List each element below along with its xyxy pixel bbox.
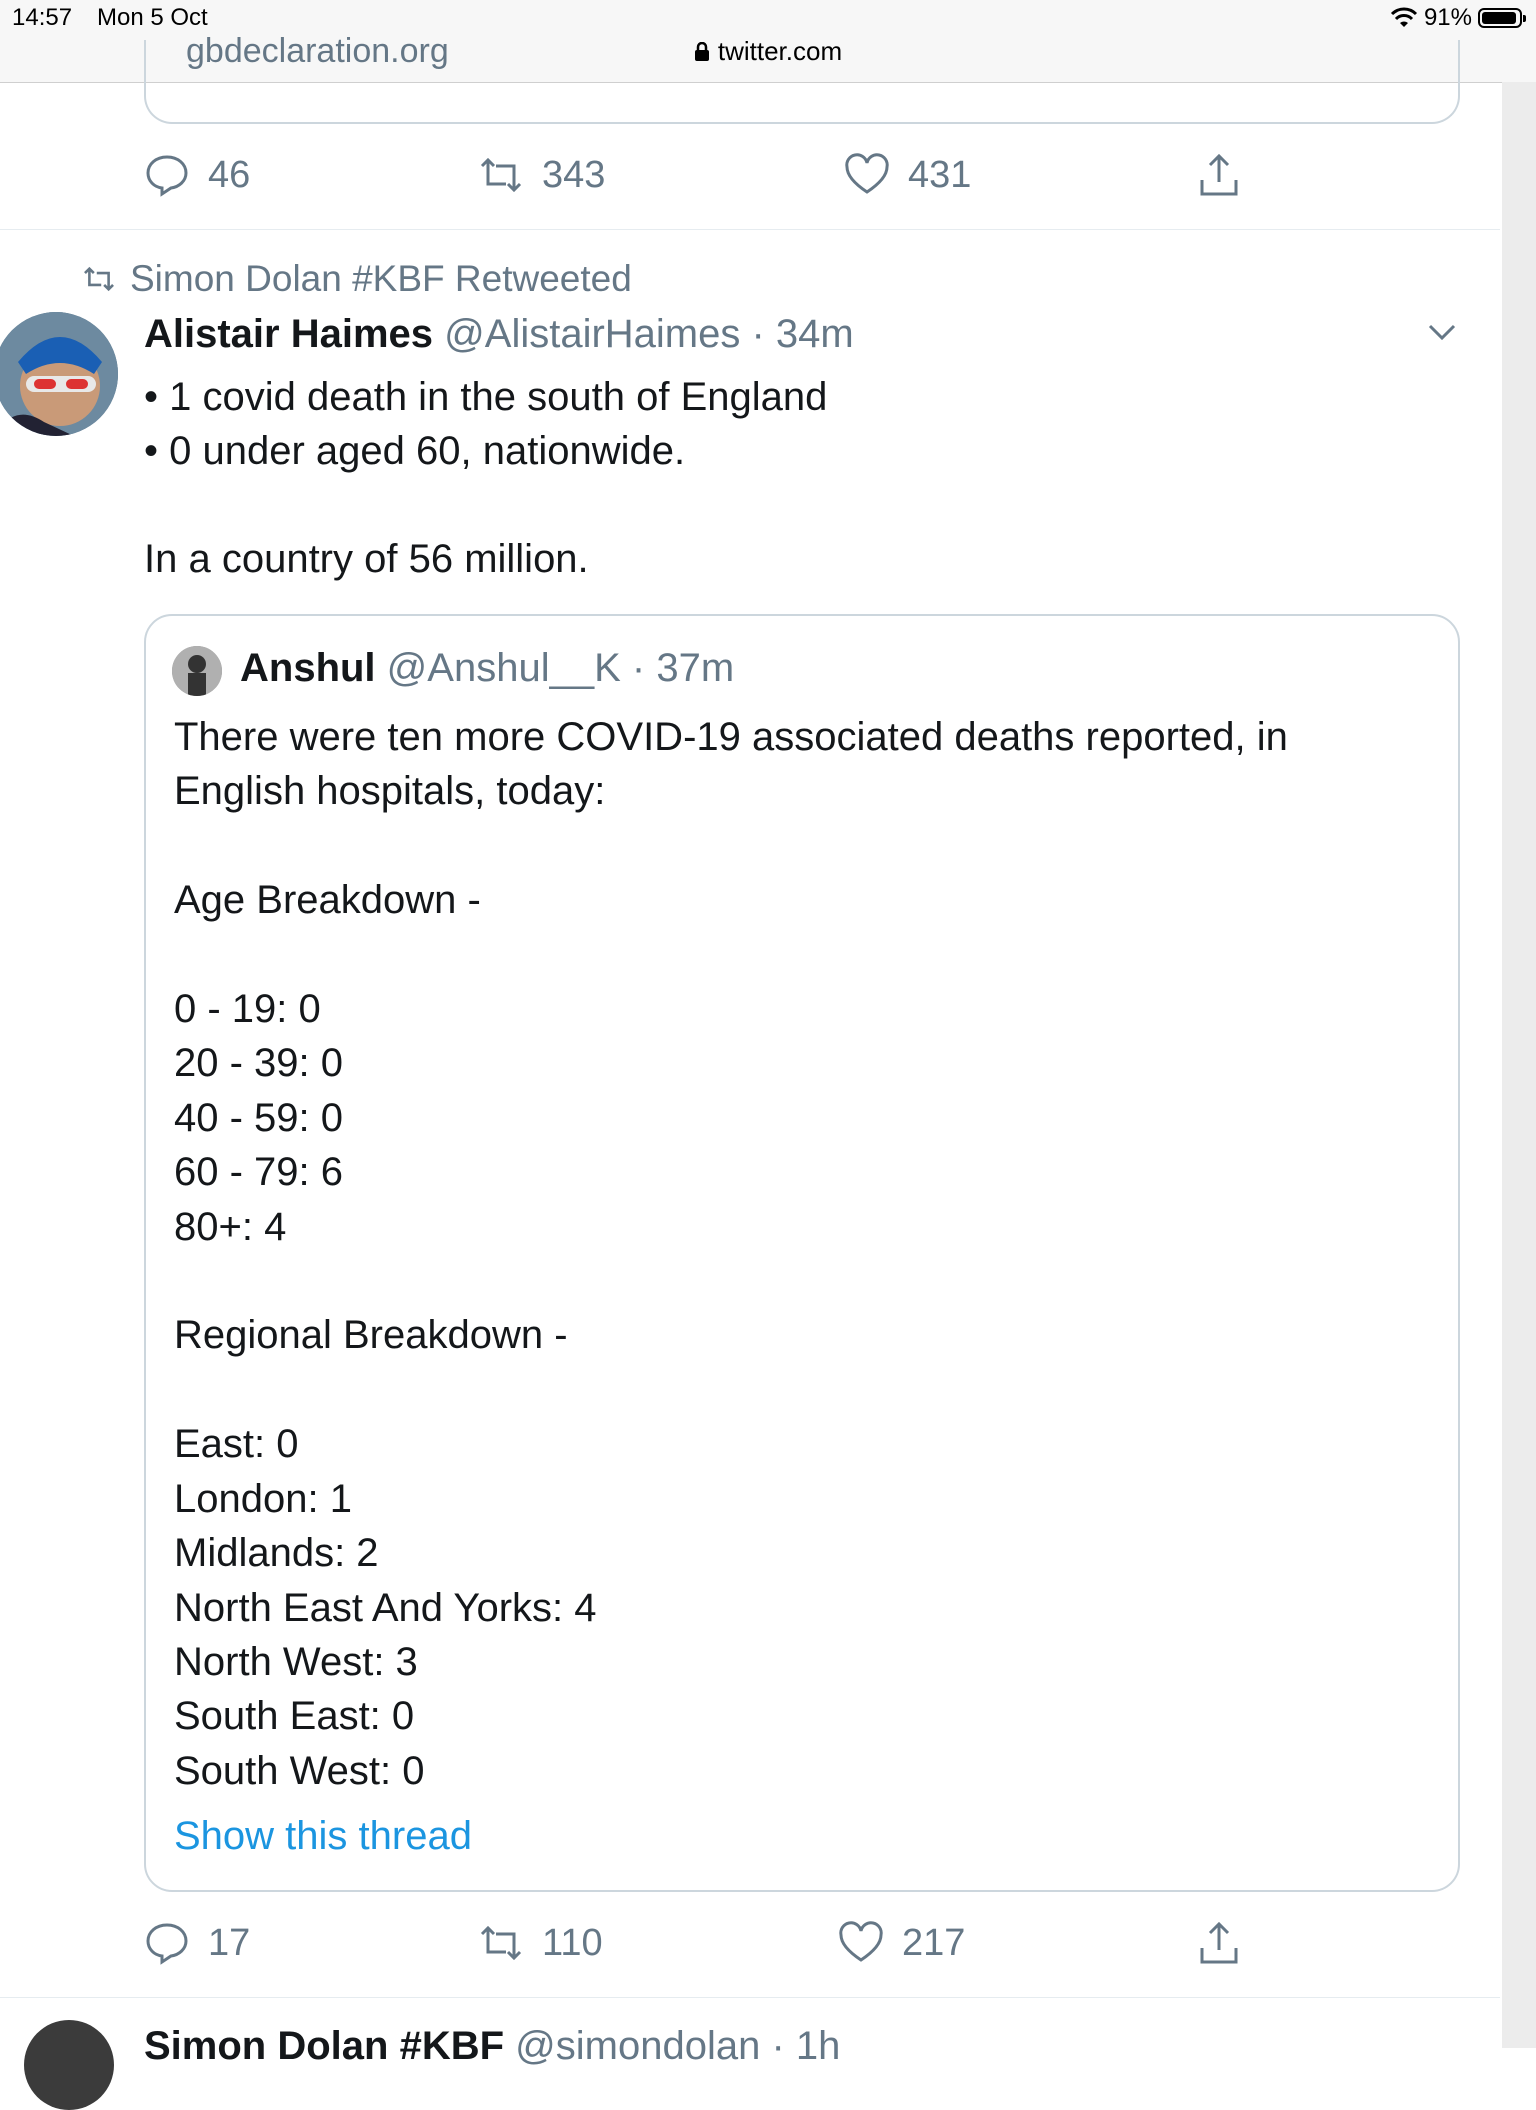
tweet-divider — [0, 229, 1500, 230]
reply-button[interactable]: 17 — [144, 1920, 250, 1966]
avatar-image — [0, 312, 118, 436]
chevron-down-icon[interactable] — [1422, 312, 1462, 352]
retweet-icon — [480, 1925, 522, 1961]
reply-icon — [146, 155, 188, 197]
retweet-button[interactable]: 110 — [478, 1920, 603, 1966]
retweet-icon — [84, 266, 114, 292]
author-handle[interactable]: @AlistairHaimes — [444, 312, 740, 356]
tweet-time[interactable]: · 34m — [752, 312, 854, 356]
quoted-author-name: Anshul — [240, 646, 376, 690]
reply-button[interactable]: 46 — [144, 152, 250, 198]
retweet-icon — [480, 157, 522, 193]
tweet-divider — [0, 1997, 1500, 1998]
author-handle[interactable]: @simondolan — [515, 2024, 760, 2068]
status-date: Mon 5 Oct — [97, 4, 208, 31]
tweet-header: Alistair Haimes @AlistairHaimes · 34m — [144, 312, 854, 357]
quoted-avatar — [172, 646, 222, 696]
share-icon — [1200, 153, 1238, 196]
retweeted-by-label: Simon Dolan #KBF Retweeted — [130, 258, 632, 299]
retweet-count: 343 — [542, 153, 606, 196]
show-thread-link[interactable]: Show this thread — [174, 1814, 472, 1859]
author-name[interactable]: Alistair Haimes — [144, 312, 433, 356]
retweet-count: 110 — [542, 1921, 603, 1964]
like-button[interactable]: 431 — [844, 152, 971, 198]
tweet-text: • 1 covid death in the south of England … — [144, 375, 828, 581]
wifi-icon — [1390, 7, 1418, 27]
heart-icon — [845, 153, 889, 194]
tweet-time[interactable]: · 1h — [771, 2024, 840, 2068]
like-count: 217 — [902, 1921, 966, 1964]
tweet-actions: 46 343 431 — [144, 152, 1244, 202]
quoted-tweet[interactable]: Anshul @Anshul__K · 37m There were ten m… — [144, 614, 1460, 1892]
reply-count: 46 — [208, 153, 251, 196]
share-button[interactable] — [1196, 152, 1242, 198]
scroll-rail — [1502, 82, 1536, 2048]
quoted-header: Anshul @Anshul__K · 37m — [240, 646, 734, 691]
reply-icon — [146, 1923, 188, 1965]
battery-icon — [1478, 8, 1526, 28]
quoted-time: · 37m — [631, 646, 735, 690]
status-time: 14:57 — [12, 4, 73, 31]
link-card-text: gbdeclaration.org — [186, 32, 449, 70]
status-right: 91% — [1390, 4, 1526, 32]
share-icon — [1200, 1921, 1238, 1964]
battery-percent: 91% — [1423, 4, 1472, 31]
author-name[interactable]: Simon Dolan #KBF — [144, 2024, 504, 2068]
quoted-author-handle: @Anshul__K — [386, 646, 621, 690]
tweet-header: Simon Dolan #KBF @simondolan · 1h — [144, 2024, 840, 2069]
tweet-actions: 17 110 217 — [144, 1920, 1244, 1970]
heart-icon — [839, 1921, 883, 1962]
share-button[interactable] — [1196, 1920, 1242, 1966]
reply-count: 17 — [208, 1921, 251, 1964]
avatar[interactable] — [0, 312, 118, 436]
retweeted-by[interactable]: Simon Dolan #KBF Retweeted — [82, 258, 632, 300]
quoted-text: There were ten more COVID-19 associated … — [174, 715, 1288, 1793]
link-card[interactable]: gbdeclaration.org — [144, 32, 1460, 124]
retweet-button[interactable]: 343 — [478, 152, 605, 198]
avatar[interactable] — [24, 2020, 114, 2110]
like-count: 431 — [908, 153, 972, 196]
like-button[interactable]: 217 — [838, 1920, 965, 1966]
